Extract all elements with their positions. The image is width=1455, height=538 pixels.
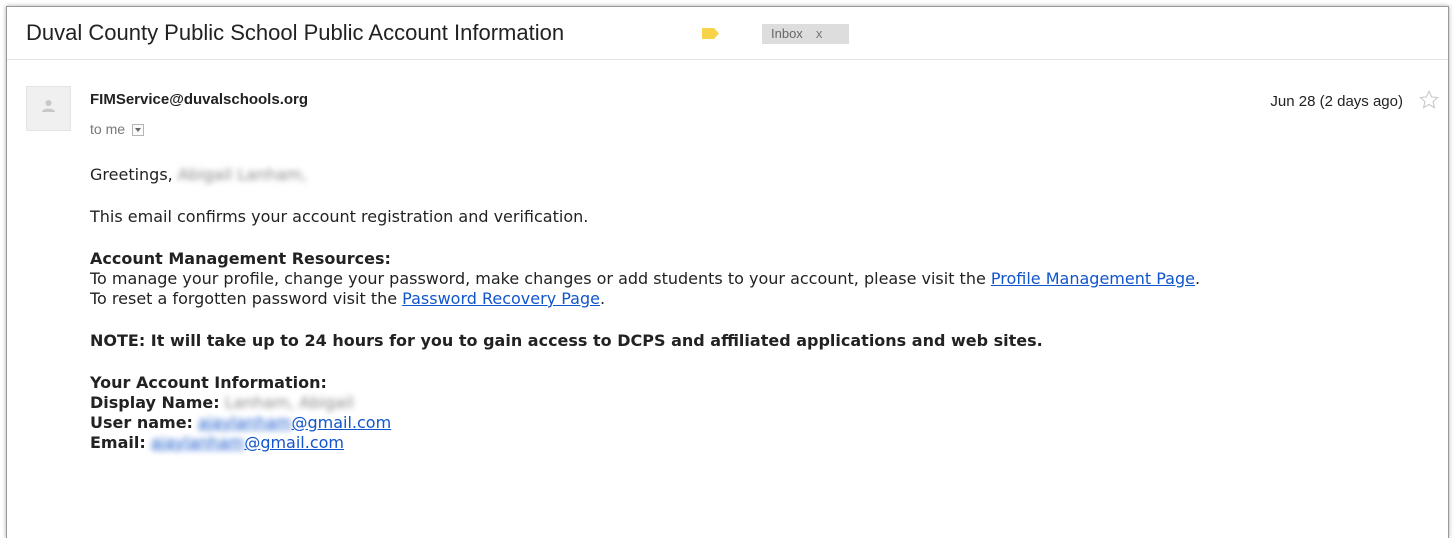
label-tag-icon[interactable] bbox=[701, 27, 720, 40]
chevron-down-icon[interactable] bbox=[132, 124, 145, 136]
account-info-heading: Your Account Information: bbox=[90, 373, 327, 392]
subject-bar: Duval County Public School Public Accoun… bbox=[7, 7, 1448, 60]
reset-line: To reset a forgotten password visit the … bbox=[90, 289, 1438, 309]
recipient-text: to me bbox=[90, 121, 126, 137]
access-note: NOTE: It will take up to 24 hours for yo… bbox=[90, 331, 1043, 350]
email-date[interactable]: Jun 28 (2 days ago) bbox=[1270, 93, 1403, 110]
resources-heading: Account Management Resources: bbox=[90, 249, 391, 268]
avatar bbox=[26, 86, 71, 131]
redacted-email: ajaylanham bbox=[150, 433, 245, 452]
display-name-row: Display Name: Lanham, Abigail bbox=[90, 393, 1438, 413]
remove-label-button[interactable]: x bbox=[816, 26, 823, 41]
inbox-label-text: Inbox bbox=[771, 26, 803, 41]
greeting-line: Greetings, Abigail Lanham, bbox=[90, 165, 1438, 185]
reset-text: To reset a forgotten password visit the bbox=[90, 289, 403, 308]
manage-end: . bbox=[1194, 269, 1201, 288]
password-recovery-link[interactable]: Password Recovery Page bbox=[402, 289, 600, 308]
person-icon bbox=[42, 100, 55, 112]
manage-line: To manage your profile, change your pass… bbox=[90, 269, 1438, 289]
sender-address[interactable]: FIMService@duvalschools.org bbox=[90, 91, 308, 108]
display-name-label: Display Name: bbox=[90, 393, 220, 412]
email-view: Duval County Public School Public Accoun… bbox=[6, 6, 1449, 538]
recipient-line: to me bbox=[90, 121, 145, 137]
email-subject: Duval County Public School Public Accoun… bbox=[26, 20, 565, 45]
user-name-link[interactable]: ajaylanham@gmail.com bbox=[198, 413, 391, 432]
email-body: Greetings, Abigail Lanham, This email co… bbox=[90, 165, 1438, 453]
user-name-row: User name: ajaylanham@gmail.com bbox=[90, 413, 1438, 433]
greeting-text: Greetings, bbox=[90, 165, 173, 184]
profile-management-link[interactable]: Profile Management Page bbox=[991, 269, 1195, 288]
manage-text: To manage your profile, change your pass… bbox=[90, 269, 991, 288]
redacted-greeting-name: Abigail Lanham, bbox=[177, 165, 307, 184]
inbox-label-chip[interactable]: Inbox x bbox=[762, 24, 849, 44]
user-name-label: User name: bbox=[90, 413, 193, 432]
email-row: Email: ajaylanham@gmail.com bbox=[90, 433, 1438, 453]
email-label: Email: bbox=[90, 433, 146, 452]
redacted-user-name: ajaylanham bbox=[198, 413, 292, 432]
email-domain: @gmail.com bbox=[244, 433, 345, 452]
reset-end: . bbox=[599, 289, 606, 308]
redacted-display-name: Lanham, Abigail bbox=[224, 393, 354, 412]
email-link[interactable]: ajaylanham@gmail.com bbox=[151, 433, 344, 452]
star-outline-icon[interactable] bbox=[1418, 89, 1440, 111]
user-name-domain: @gmail.com bbox=[291, 413, 392, 432]
confirmation-line: This email confirms your account registr… bbox=[90, 207, 589, 226]
